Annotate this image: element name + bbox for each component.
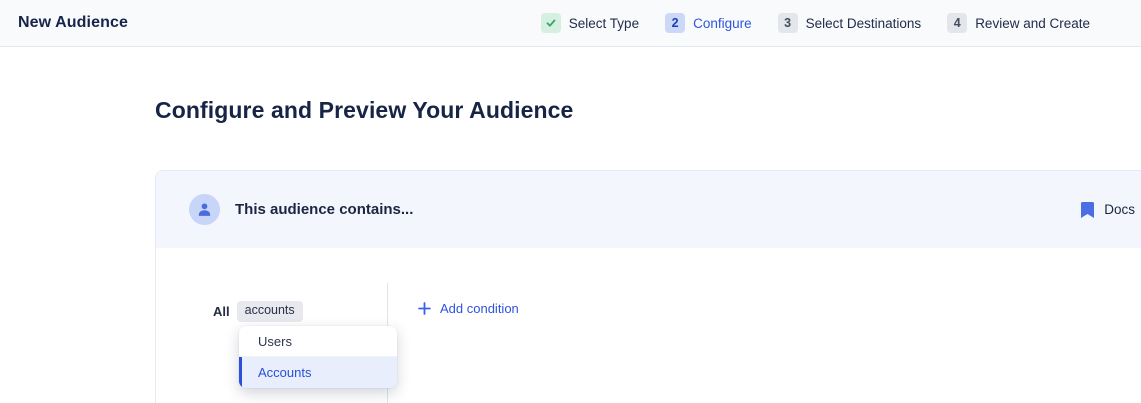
step-label: Select Destinations (806, 16, 922, 31)
entity-dropdown: Users Accounts (239, 326, 397, 388)
step-review-and-create[interactable]: 4 Review and Create (947, 13, 1090, 33)
person-icon (196, 201, 213, 218)
step-number-badge: 3 (778, 13, 798, 33)
docs-link[interactable]: Docs (1081, 202, 1135, 218)
step-label: Configure (693, 16, 752, 31)
plus-icon (418, 302, 431, 315)
audience-panel: This audience contains... Docs All accou… (155, 170, 1141, 403)
add-condition-label: Add condition (440, 301, 519, 316)
step-done-badge (541, 13, 561, 33)
step-number-badge: 2 (665, 13, 685, 33)
main-content: Configure and Preview Your Audience This… (0, 47, 1141, 403)
step-label: Select Type (569, 16, 639, 31)
check-icon (545, 17, 557, 29)
dropdown-option-accounts[interactable]: Accounts (239, 357, 397, 388)
page-heading: Configure and Preview Your Audience (155, 97, 1141, 124)
step-label: Review and Create (975, 16, 1090, 31)
panel-title: This audience contains... (235, 201, 413, 218)
condition-builder: All accounts Add condition Users Account… (156, 248, 1141, 403)
add-condition-button[interactable]: Add condition (418, 301, 519, 316)
avatar (189, 194, 220, 225)
audience-quantifier-row: All accounts (213, 301, 303, 322)
app-root: New Audience Select Type 2 Configure 3 S… (0, 0, 1141, 403)
audience-panel-header: This audience contains... Docs (156, 171, 1141, 248)
dropdown-option-users[interactable]: Users (239, 326, 397, 357)
step-number-badge: 4 (947, 13, 967, 33)
step-select-destinations[interactable]: 3 Select Destinations (778, 13, 922, 33)
bookmark-icon (1081, 202, 1094, 218)
entity-selector[interactable]: accounts (237, 301, 303, 322)
wizard-stepper: Select Type 2 Configure 3 Select Destina… (541, 13, 1090, 33)
step-configure[interactable]: 2 Configure (665, 13, 752, 33)
topbar: New Audience Select Type 2 Configure 3 S… (0, 0, 1141, 47)
page-title: New Audience (18, 14, 128, 32)
step-select-type[interactable]: Select Type (541, 13, 639, 33)
docs-label: Docs (1104, 202, 1135, 217)
quantifier-label: All (213, 304, 230, 319)
